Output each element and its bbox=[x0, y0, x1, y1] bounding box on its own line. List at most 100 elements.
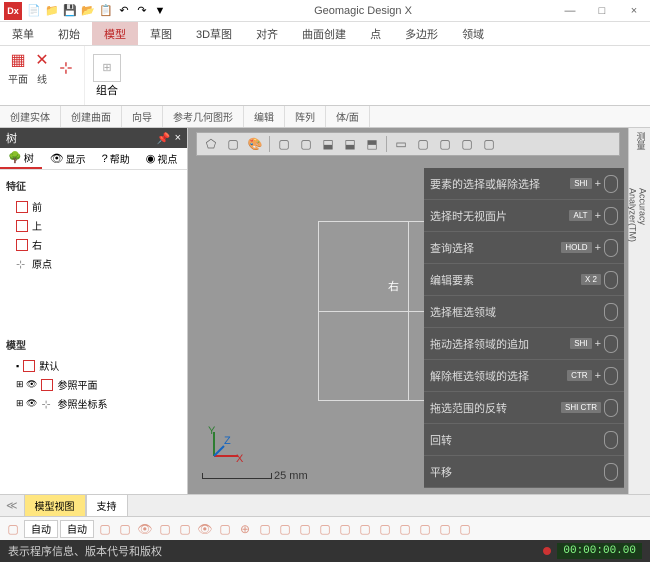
bottom-tool-icon[interactable]: ▢ bbox=[116, 520, 134, 538]
tree-tab-显示[interactable]: 👁显示 bbox=[42, 148, 94, 169]
tree-item-默认[interactable]: ▪ 默认 bbox=[4, 356, 183, 375]
qat-open-icon[interactable]: 📁 bbox=[44, 3, 60, 19]
qat-save-icon[interactable]: 💾 bbox=[62, 3, 78, 19]
qat-paste-icon[interactable]: 📋 bbox=[98, 3, 114, 19]
ib-rect-icon[interactable]: ▢ bbox=[4, 520, 22, 538]
bottom-tool-icon[interactable]: ▢ bbox=[316, 520, 334, 538]
vp-tool-icon[interactable]: ⬓ bbox=[318, 135, 338, 153]
bottom-tool-icon[interactable]: ▢ bbox=[356, 520, 374, 538]
tree-tab-视点[interactable]: ◉视点 bbox=[138, 148, 186, 169]
vp-tool-icon[interactable]: ▢ bbox=[413, 135, 433, 153]
tree-item-参照坐标系[interactable]: ⊞ 👁 ⊹参照坐标系 bbox=[4, 394, 183, 413]
minimize-button[interactable]: — bbox=[558, 5, 582, 17]
bottom-iconbar: ▢ 自动 自动 ▢▢👁▢▢👁▢⊕▢▢▢▢▢▢▢▢▢▢▢ bbox=[0, 516, 650, 540]
sidebar-accuracy[interactable]: Accuracy Analyzer(TM) bbox=[632, 188, 648, 238]
subtab-参考几何图形[interactable]: 参考几何图形 bbox=[163, 106, 244, 127]
ribbon-combine-button[interactable]: ⊞ 组合 bbox=[85, 46, 129, 105]
subtab-体/面[interactable]: 体/面 bbox=[326, 106, 370, 127]
vp-tool-icon[interactable]: ⬓ bbox=[340, 135, 360, 153]
select-mode-1[interactable]: 自动 bbox=[24, 520, 58, 538]
status-message: 表示程序信息、版本代号和版权 bbox=[8, 543, 162, 559]
bottom-tool-icon[interactable]: 👁 bbox=[136, 520, 154, 538]
hint-row: 拖动选择领域的追加SHI+ bbox=[424, 328, 624, 360]
bottom-tool-icon[interactable]: ▢ bbox=[456, 520, 474, 538]
subtab-创建曲面[interactable]: 创建曲面 bbox=[61, 106, 122, 127]
pin-icon[interactable]: 📌 bbox=[157, 132, 171, 145]
vp-tool-icon[interactable]: 🎨 bbox=[245, 135, 265, 153]
vp-tool-icon[interactable]: ▢ bbox=[223, 135, 243, 153]
menu-领域[interactable]: 领域 bbox=[450, 22, 496, 45]
bottom-tool-icon[interactable]: 👁 bbox=[196, 520, 214, 538]
bottom-tool-icon[interactable]: ▢ bbox=[216, 520, 234, 538]
tree-item-右[interactable]: 右 bbox=[4, 235, 183, 254]
bottom-tool-icon[interactable]: ▢ bbox=[96, 520, 114, 538]
vp-tool-icon[interactable]: ▢ bbox=[479, 135, 499, 153]
combine-icon: ⊞ bbox=[93, 54, 121, 82]
tree-tab-树[interactable]: 🌳树 bbox=[0, 148, 42, 169]
panel-close-icon[interactable]: × bbox=[175, 132, 181, 145]
bottom-tool-icon[interactable]: ▢ bbox=[276, 520, 294, 538]
menu-tabs: 菜单初始模型草图3D草图对齐曲面创建点多边形领域 bbox=[0, 22, 650, 46]
hint-row: 拖选范围的反转SHI CTR bbox=[424, 392, 624, 424]
maximize-button[interactable]: □ bbox=[590, 5, 614, 17]
close-button[interactable]: × bbox=[622, 5, 646, 17]
status-time: 00:00:00.00 bbox=[557, 543, 642, 559]
bottom-tool-icon[interactable]: ▢ bbox=[436, 520, 454, 538]
view-tab-支持[interactable]: 支持 bbox=[86, 494, 128, 517]
tree-section-model: 模型 bbox=[4, 333, 183, 356]
bottom-tool-icon[interactable]: ▢ bbox=[336, 520, 354, 538]
menu-多边形[interactable]: 多边形 bbox=[393, 22, 450, 45]
tree-section-features: 特征 bbox=[4, 174, 183, 197]
ribbon-平面[interactable]: ▦平面 bbox=[8, 50, 28, 86]
subtab-向导[interactable]: 向导 bbox=[122, 106, 163, 127]
scroll-left-icon[interactable]: ≪ bbox=[0, 499, 24, 512]
mouse-hints-panel: 要素的选择或解除选择SHI+ 选择时无视面片ALT+ 查询选择HOLD+ 编辑要… bbox=[424, 168, 624, 488]
ribbon-group-geometry: ▦平面✕线⊹ bbox=[0, 46, 85, 105]
vp-tool-icon[interactable]: ▢ bbox=[296, 135, 316, 153]
vp-tool-icon[interactable]: ▢ bbox=[435, 135, 455, 153]
tree-item-前[interactable]: 前 bbox=[4, 197, 183, 216]
bottom-tool-icon[interactable]: ⊕ bbox=[236, 520, 254, 538]
menu-初始[interactable]: 初始 bbox=[46, 22, 92, 45]
bottom-tabbar: ≪ 模型视图支持 bbox=[0, 494, 650, 516]
bottom-tool-icon[interactable]: ▢ bbox=[396, 520, 414, 538]
qat-undo-icon[interactable]: ↶ bbox=[116, 3, 132, 19]
qat-new-icon[interactable]: 📄 bbox=[26, 3, 42, 19]
svg-text:X: X bbox=[236, 453, 244, 464]
bottom-tool-icon[interactable]: ▢ bbox=[176, 520, 194, 538]
qat-redo-icon[interactable]: ↷ bbox=[134, 3, 150, 19]
select-mode-2[interactable]: 自动 bbox=[60, 520, 94, 538]
tree-item-原点[interactable]: ⊹原点 bbox=[4, 254, 183, 273]
sidebar-measure[interactable]: 测量 bbox=[632, 132, 648, 182]
bottom-tool-icon[interactable]: ▢ bbox=[296, 520, 314, 538]
subtab-阵列[interactable]: 阵列 bbox=[285, 106, 326, 127]
vp-tool-icon[interactable]: ▢ bbox=[274, 135, 294, 153]
view-tab-模型视图[interactable]: 模型视图 bbox=[24, 494, 86, 517]
vp-tool-icon[interactable]: ▭ bbox=[391, 135, 411, 153]
bottom-tool-icon[interactable]: ▢ bbox=[416, 520, 434, 538]
menu-点[interactable]: 点 bbox=[358, 22, 393, 45]
viewport[interactable]: ⬠▢🎨▢▢⬓⬓⬒▭▢▢▢▢ 右 X Y Z 25 mm 要素的选择或解除选择SH… bbox=[188, 128, 628, 494]
tree-tab-帮助[interactable]: ?帮助 bbox=[94, 148, 138, 169]
bottom-tool-icon[interactable]: ▢ bbox=[376, 520, 394, 538]
subtab-创建实体[interactable]: 创建实体 bbox=[0, 106, 61, 127]
ribbon-axis[interactable]: ⊹ bbox=[56, 58, 76, 79]
menu-草图[interactable]: 草图 bbox=[138, 22, 184, 45]
bottom-tool-icon[interactable]: ▢ bbox=[256, 520, 274, 538]
menu-3D草图[interactable]: 3D草图 bbox=[184, 22, 244, 45]
vp-tool-icon[interactable]: ⬠ bbox=[201, 135, 221, 153]
tree-item-参照平面[interactable]: ⊞ 👁 参照平面 bbox=[4, 375, 183, 394]
menu-曲面创建[interactable]: 曲面创建 bbox=[290, 22, 358, 45]
qat-folder-icon[interactable]: 📂 bbox=[80, 3, 96, 19]
menu-菜单[interactable]: 菜单 bbox=[0, 22, 46, 45]
tree-item-上[interactable]: 上 bbox=[4, 216, 183, 235]
subtab-编辑[interactable]: 编辑 bbox=[244, 106, 285, 127]
bottom-tool-icon[interactable]: ▢ bbox=[156, 520, 174, 538]
menu-模型[interactable]: 模型 bbox=[92, 22, 138, 45]
vp-tool-icon[interactable]: ▢ bbox=[457, 135, 477, 153]
vp-tool-icon[interactable]: ⬒ bbox=[362, 135, 382, 153]
hint-row: 编辑要素X 2 bbox=[424, 264, 624, 296]
menu-对齐[interactable]: 对齐 bbox=[244, 22, 290, 45]
qat-dropdown-icon[interactable]: ▼ bbox=[152, 3, 168, 19]
ribbon-线[interactable]: ✕线 bbox=[32, 50, 52, 86]
